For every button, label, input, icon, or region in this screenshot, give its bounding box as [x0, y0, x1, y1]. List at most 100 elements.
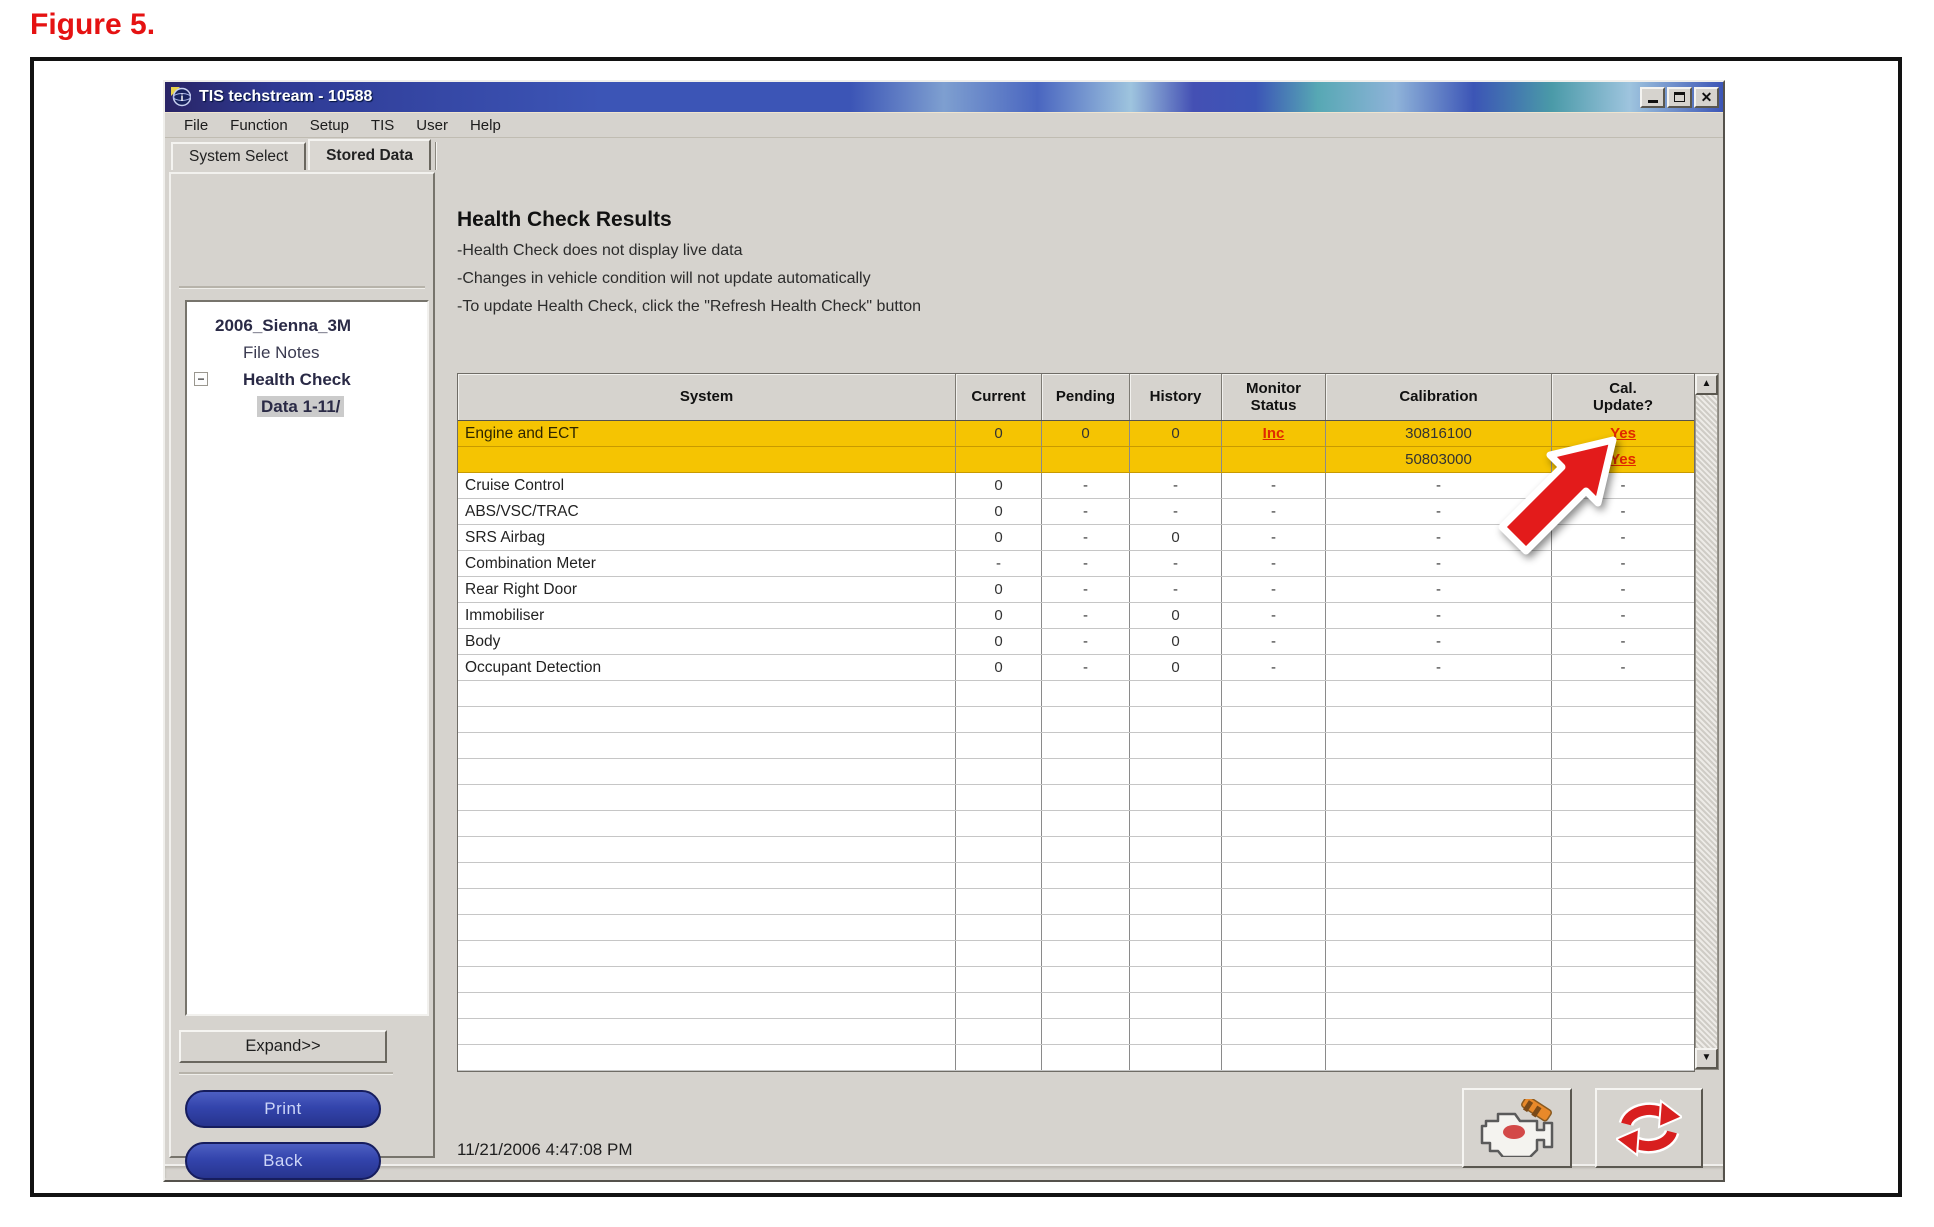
table-cell	[1552, 785, 1694, 810]
tab-stored-data[interactable]: Stored Data	[308, 139, 431, 170]
table-scrollbar[interactable]: ▲ ▼	[1695, 373, 1719, 1070]
table-cell	[458, 837, 956, 862]
table-cell: 0	[956, 603, 1042, 628]
table-cell	[1042, 759, 1130, 784]
tab-bar: System Select Stored Data	[165, 138, 1723, 170]
table-cell	[1552, 759, 1694, 784]
table-cell	[1552, 811, 1694, 836]
expand-button[interactable]: Expand>>	[179, 1030, 387, 1063]
table-cell	[1130, 915, 1222, 940]
tree-item[interactable]: 2006_Sienna_3M	[187, 312, 427, 339]
table-row[interactable]: Occupant Detection0-0---	[458, 655, 1694, 681]
table-cell	[1042, 993, 1130, 1018]
table-row[interactable]	[458, 759, 1694, 785]
table-cell	[956, 681, 1042, 706]
table-cell: 0	[1130, 525, 1222, 550]
tab-system-select[interactable]: System Select	[171, 142, 306, 170]
table-row[interactable]	[458, 707, 1694, 733]
minimize-button[interactable]	[1640, 87, 1665, 108]
menu-item-tis[interactable]: TIS	[360, 115, 405, 136]
table-row[interactable]: Body0-0---	[458, 629, 1694, 655]
table-cell	[1130, 837, 1222, 862]
table-cell	[1552, 993, 1694, 1018]
column-header[interactable]: Cal. Update?	[1552, 374, 1694, 420]
table-cell	[1130, 1019, 1222, 1044]
menu-item-help[interactable]: Help	[459, 115, 512, 136]
collapse-icon[interactable]: −	[194, 372, 208, 386]
print-button[interactable]: Print	[185, 1090, 381, 1128]
refresh-health-check-button[interactable]	[1595, 1088, 1703, 1168]
table-row[interactable]: Immobiliser0-0---	[458, 603, 1694, 629]
table-row[interactable]	[458, 941, 1694, 967]
tree-item-label: Health Check	[243, 370, 351, 389]
table-row[interactable]	[458, 889, 1694, 915]
table-row[interactable]	[458, 967, 1694, 993]
table-cell: -	[1222, 473, 1326, 498]
table-row[interactable]	[458, 811, 1694, 837]
column-header[interactable]: Monitor Status	[1222, 374, 1326, 420]
table-row[interactable]	[458, 863, 1694, 889]
column-header[interactable]: History	[1130, 374, 1222, 420]
table-cell	[1130, 889, 1222, 914]
table-cell	[1130, 941, 1222, 966]
table-row[interactable]	[458, 1045, 1694, 1071]
health-check-button[interactable]	[1462, 1088, 1572, 1168]
tree-item[interactable]: Data 1-11/	[187, 393, 427, 420]
tree-item[interactable]: − Health Check	[187, 366, 427, 393]
table-cell: -	[1042, 551, 1130, 576]
app-window: i TIS techstream - 10588 ✕ FileFunctionS…	[163, 80, 1725, 1182]
menu-bar: FileFunctionSetupTISUserHelp	[165, 112, 1723, 138]
table-cell: Cruise Control	[458, 473, 956, 498]
menu-item-user[interactable]: User	[405, 115, 459, 136]
table-cell	[956, 1019, 1042, 1044]
table-row[interactable]	[458, 915, 1694, 941]
table-row[interactable]	[458, 681, 1694, 707]
table-row[interactable]	[458, 733, 1694, 759]
maximize-button[interactable]	[1667, 87, 1692, 108]
table-cell: -	[1222, 551, 1326, 576]
table-cell	[1222, 1045, 1326, 1070]
table-cell	[458, 707, 956, 732]
table-cell	[1552, 707, 1694, 732]
scroll-up-button[interactable]: ▲	[1695, 374, 1718, 395]
table-cell[interactable]: Inc	[1222, 421, 1326, 446]
back-button[interactable]: Back	[185, 1142, 381, 1180]
table-cell	[1130, 811, 1222, 836]
table-row[interactable]	[458, 837, 1694, 863]
close-button[interactable]: ✕	[1694, 87, 1719, 108]
maximize-icon	[1674, 92, 1685, 102]
table-header-row: SystemCurrentPendingHistoryMonitor Statu…	[458, 374, 1694, 421]
table-cell: -	[1042, 603, 1130, 628]
scroll-down-button[interactable]: ▼	[1695, 1048, 1718, 1069]
table-cell	[1222, 447, 1326, 472]
table-cell	[956, 889, 1042, 914]
menu-item-function[interactable]: Function	[219, 115, 299, 136]
table-cell	[956, 967, 1042, 992]
table-cell	[1222, 681, 1326, 706]
table-cell	[458, 811, 956, 836]
tree-item-label: 2006_Sienna_3M	[215, 316, 351, 335]
column-header[interactable]: Current	[956, 374, 1042, 420]
table-row[interactable]	[458, 993, 1694, 1019]
table-cell	[956, 811, 1042, 836]
table-row[interactable]	[458, 1019, 1694, 1045]
table-cell	[956, 707, 1042, 732]
scrollbar-track[interactable]	[1695, 395, 1718, 1048]
tree-item[interactable]: File Notes	[187, 339, 427, 366]
table-cell	[1326, 993, 1552, 1018]
column-header[interactable]: System	[458, 374, 956, 420]
table-cell	[1042, 733, 1130, 758]
menu-item-file[interactable]: File	[173, 115, 219, 136]
column-header[interactable]: Pending	[1042, 374, 1130, 420]
table-cell	[1552, 863, 1694, 888]
menu-item-setup[interactable]: Setup	[299, 115, 360, 136]
table-cell	[1130, 733, 1222, 758]
monitor-status-link[interactable]: Inc	[1263, 425, 1285, 442]
table-cell	[1552, 681, 1694, 706]
column-header[interactable]: Calibration	[1326, 374, 1552, 420]
table-cell	[1042, 707, 1130, 732]
sidebar-tree: 2006_Sienna_3M File Notes − Health Check Dat…	[185, 300, 429, 1016]
table-row[interactable]	[458, 785, 1694, 811]
table-cell	[1130, 447, 1222, 472]
table-cell: 0	[956, 421, 1042, 446]
